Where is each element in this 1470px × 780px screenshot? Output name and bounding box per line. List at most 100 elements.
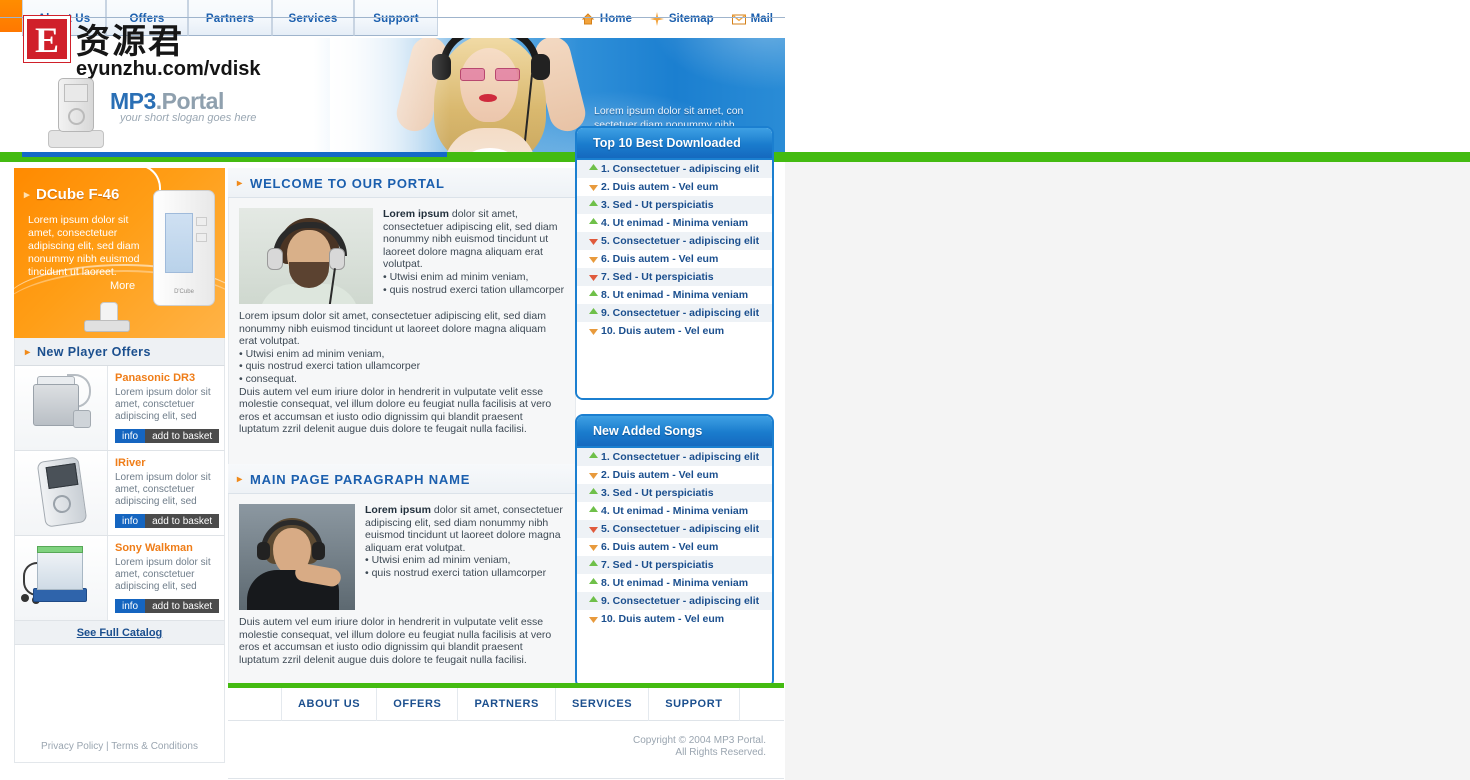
footer-link-partners[interactable]: PARTNERS xyxy=(458,687,556,721)
chevron-right-icon: ▸ xyxy=(24,189,30,201)
footer-link-support[interactable]: SUPPORT xyxy=(649,687,740,721)
trend-down-icon xyxy=(585,322,601,340)
chevron-right-icon: ▸ xyxy=(237,473,243,485)
list-item[interactable]: 2. Duis autem - Vel eum xyxy=(577,178,772,196)
product-add-to-basket-button[interactable]: add to basket xyxy=(145,599,220,613)
panel-heading-welcome: ▸ WELCOME TO OUR PORTAL xyxy=(228,168,576,198)
list-item-label: 1. Consectetuer - adipiscing elit xyxy=(601,163,760,175)
chevron-right-icon: ▸ xyxy=(25,347,31,358)
list-item[interactable]: 8. Ut enimad - Minima veniam xyxy=(577,286,772,304)
list-item[interactable]: 3. Sed - Ut perspiciatis xyxy=(577,484,772,502)
list-item-label: 6. Duis autem - Vel eum xyxy=(601,541,719,553)
list-item-label: 1. Consectetuer - adipiscing elit xyxy=(601,451,760,463)
left-sidebar-footer: Privacy Policy | Terms & Conditions xyxy=(14,645,225,763)
trend-up-icon xyxy=(585,160,601,178)
panel-body-welcome: Lorem ipsum dolor sit amet, consectetuer… xyxy=(228,198,576,448)
page-outer-background xyxy=(785,0,1470,780)
product-info-button[interactable]: info xyxy=(115,514,146,528)
list-item-label: 2. Duis autem - Vel eum xyxy=(601,469,719,481)
list-item[interactable]: 4. Ut enimad - Minima veniam xyxy=(577,214,772,232)
list-item[interactable]: 5. Consectetuer - adipiscing elit xyxy=(577,232,772,250)
list-item[interactable]: 10. Duis autem - Vel eum xyxy=(577,322,772,340)
promo-cube-illustration xyxy=(84,302,132,332)
list-item-label: 3. Sed - Ut perspiciatis xyxy=(601,487,714,499)
footer-link-about-us[interactable]: ABOUT US xyxy=(282,687,378,721)
list-item-label: 6. Duis autem - Vel eum xyxy=(601,253,719,265)
trend-up-icon xyxy=(585,574,601,592)
list-item[interactable]: 5. Consectetuer - adipiscing elit xyxy=(577,520,772,538)
product-description: Lorem ipsum dolor sit amet, consctetuer … xyxy=(115,557,211,592)
top10-panel-header: Top 10 Best Downloaded xyxy=(577,128,772,160)
new-songs-list: 1. Consectetuer - adipiscing elit 2. Dui… xyxy=(577,448,772,628)
footer-navigation: ABOUT US OFFERS PARTNERS SERVICES SUPPOR… xyxy=(228,687,784,721)
utility-links: Home Sitemap Mail xyxy=(581,12,773,26)
trend-down-icon xyxy=(585,250,601,268)
tab-support[interactable]: Support xyxy=(354,0,438,36)
top10-panel-spacer xyxy=(577,340,772,398)
see-full-catalog-link[interactable]: See Full Catalog xyxy=(77,627,163,639)
lead-bold: Lorem ipsum xyxy=(365,503,431,516)
product-info-button[interactable]: info xyxy=(115,429,146,443)
list-item[interactable]: 9. Consectetuer - adipiscing elit xyxy=(577,304,772,322)
list-item[interactable]: 7. Sed - Ut perspiciatis xyxy=(577,268,772,286)
list-item-label: 10. Duis autem - Vel eum xyxy=(601,613,725,625)
copyright-line-2: All Rights Reserved. xyxy=(675,747,766,758)
list-item-label: 4. Ut enimad - Minima veniam xyxy=(601,217,749,229)
utility-link-mail[interactable]: Mail xyxy=(731,12,773,26)
trend-down-icon xyxy=(585,538,601,556)
product-name: Panasonic DR3 xyxy=(115,372,196,384)
product-add-to-basket-button[interactable]: add to basket xyxy=(145,429,220,443)
promo-title: DCube F-46 xyxy=(36,186,120,203)
product-card-panasonic[interactable]: Panasonic DR3 Lorem ipsum dolor sit amet… xyxy=(14,366,225,451)
list-item[interactable]: 8. Ut enimad - Minima veniam xyxy=(577,574,772,592)
list-item[interactable]: 6. Duis autem - Vel eum xyxy=(577,250,772,268)
product-thumbnail xyxy=(15,451,108,535)
product-card-iriver[interactable]: IRiver Lorem ipsum dolor sit amet, consc… xyxy=(14,451,225,536)
list-item[interactable]: 1. Consectetuer - adipiscing elit xyxy=(577,448,772,466)
new-songs-panel-header: New Added Songs xyxy=(577,416,772,448)
list-item-label: 2. Duis autem - Vel eum xyxy=(601,181,719,193)
trend-up-icon xyxy=(585,196,601,214)
trend-up-icon xyxy=(585,592,601,610)
trend-down-icon xyxy=(585,268,601,286)
list-item-label: 4. Ut enimad - Minima veniam xyxy=(601,505,749,517)
outer-green-rule xyxy=(785,152,1470,162)
promo-dcube[interactable]: D'Cube ▸ DCube F-46 Lorem ipsum dolor si… xyxy=(14,168,225,338)
product-card-sony-walkman[interactable]: Sony Walkman Lorem ipsum dolor sit amet,… xyxy=(14,536,225,621)
utility-link-sitemap[interactable]: Sitemap xyxy=(649,12,714,26)
utility-link-label: Home xyxy=(599,13,632,25)
product-thumbnail xyxy=(15,366,108,450)
trend-up-icon xyxy=(585,304,601,322)
product-info-button[interactable]: info xyxy=(115,599,146,613)
privacy-policy-link[interactable]: Privacy Policy xyxy=(41,741,103,752)
list-item[interactable]: 7. Sed - Ut perspiciatis xyxy=(577,556,772,574)
list-item[interactable]: 6. Duis autem - Vel eum xyxy=(577,538,772,556)
footer-link-offers[interactable]: OFFERS xyxy=(377,687,459,721)
article-lead-text: Lorem ipsum dolor sit amet, consectetuer… xyxy=(365,504,565,610)
promo-device-label: D'Cube xyxy=(174,289,194,295)
list-item[interactable]: 9. Consectetuer - adipiscing elit xyxy=(577,592,772,610)
article-lead-text: Lorem ipsum dolor sit amet, consectetuer… xyxy=(383,208,565,304)
utility-link-home[interactable]: Home xyxy=(581,12,632,26)
footer-link-services[interactable]: SERVICES xyxy=(556,687,650,721)
product-add-to-basket-button[interactable]: add to basket xyxy=(145,514,220,528)
list-item-label: 7. Sed - Ut perspiciatis xyxy=(601,559,714,571)
list-item[interactable]: 1. Consectetuer - adipiscing elit xyxy=(577,160,772,178)
list-item[interactable]: 4. Ut enimad - Minima veniam xyxy=(577,502,772,520)
promo-more-link[interactable]: More xyxy=(110,280,135,292)
list-item[interactable]: 3. Sed - Ut perspiciatis xyxy=(577,196,772,214)
trend-down-icon xyxy=(585,232,601,250)
legal-links: Privacy Policy | Terms & Conditions xyxy=(15,741,224,752)
terms-conditions-link[interactable]: Terms & Conditions xyxy=(111,741,198,752)
trend-up-icon xyxy=(585,286,601,304)
brand-slogan: your short slogan goes here xyxy=(120,112,257,124)
list-item[interactable]: 10. Duis autem - Vel eum xyxy=(577,610,772,628)
panel-heading-main-paragraph: ▸ MAIN PAGE PARAGRAPH NAME xyxy=(228,463,576,494)
list-item[interactable]: 2. Duis autem - Vel eum xyxy=(577,466,772,484)
promo-device-illustration: D'Cube xyxy=(153,190,215,306)
site-logo[interactable]: E 资源君 eyunzhu.com/vdisk MP3.Portal your … xyxy=(24,16,354,148)
outer-top-white xyxy=(785,0,1470,152)
footer-nav-spacer xyxy=(228,687,282,721)
article-image-woman-pointing xyxy=(239,503,355,610)
